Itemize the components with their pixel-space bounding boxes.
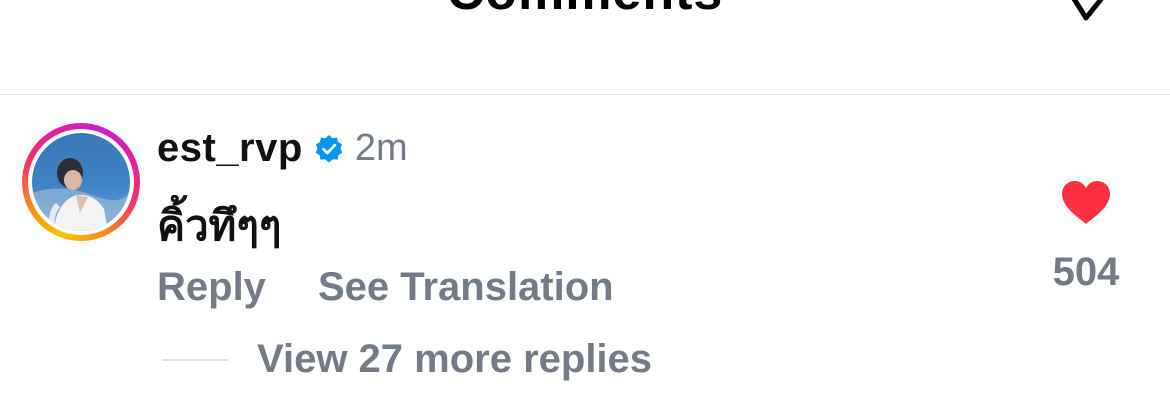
heart-icon[interactable] — [1060, 180, 1112, 226]
username[interactable]: est_rvp — [157, 126, 303, 171]
see-translation-button[interactable]: See Translation — [318, 265, 614, 310]
comments-header: Comments — [0, 0, 1170, 95]
avatar[interactable] — [32, 133, 130, 231]
page-title: Comments — [0, 0, 1170, 22]
comment-item: est_rvp 2m คิ้วทึๆๆ Reply See Translatio… — [0, 95, 1170, 409]
view-more-replies-button[interactable]: View 27 more replies — [257, 337, 652, 382]
view-replies: View 27 more replies — [162, 337, 652, 382]
verified-badge-icon — [315, 135, 343, 163]
story-ring[interactable] — [22, 123, 140, 241]
comment-actions: Reply See Translation — [157, 265, 614, 310]
comment-text: คิ้วทึๆๆ — [157, 201, 282, 250]
avatar-photo — [32, 158, 130, 231]
comment-meta: est_rvp 2m — [157, 125, 408, 171]
replies-divider — [162, 358, 228, 361]
reply-button[interactable]: Reply — [157, 265, 266, 310]
like-count[interactable]: 504 — [1040, 250, 1132, 295]
send-icon[interactable] — [1050, 0, 1122, 32]
like-section: 504 — [1040, 180, 1132, 295]
timestamp: 2m — [354, 126, 408, 169]
